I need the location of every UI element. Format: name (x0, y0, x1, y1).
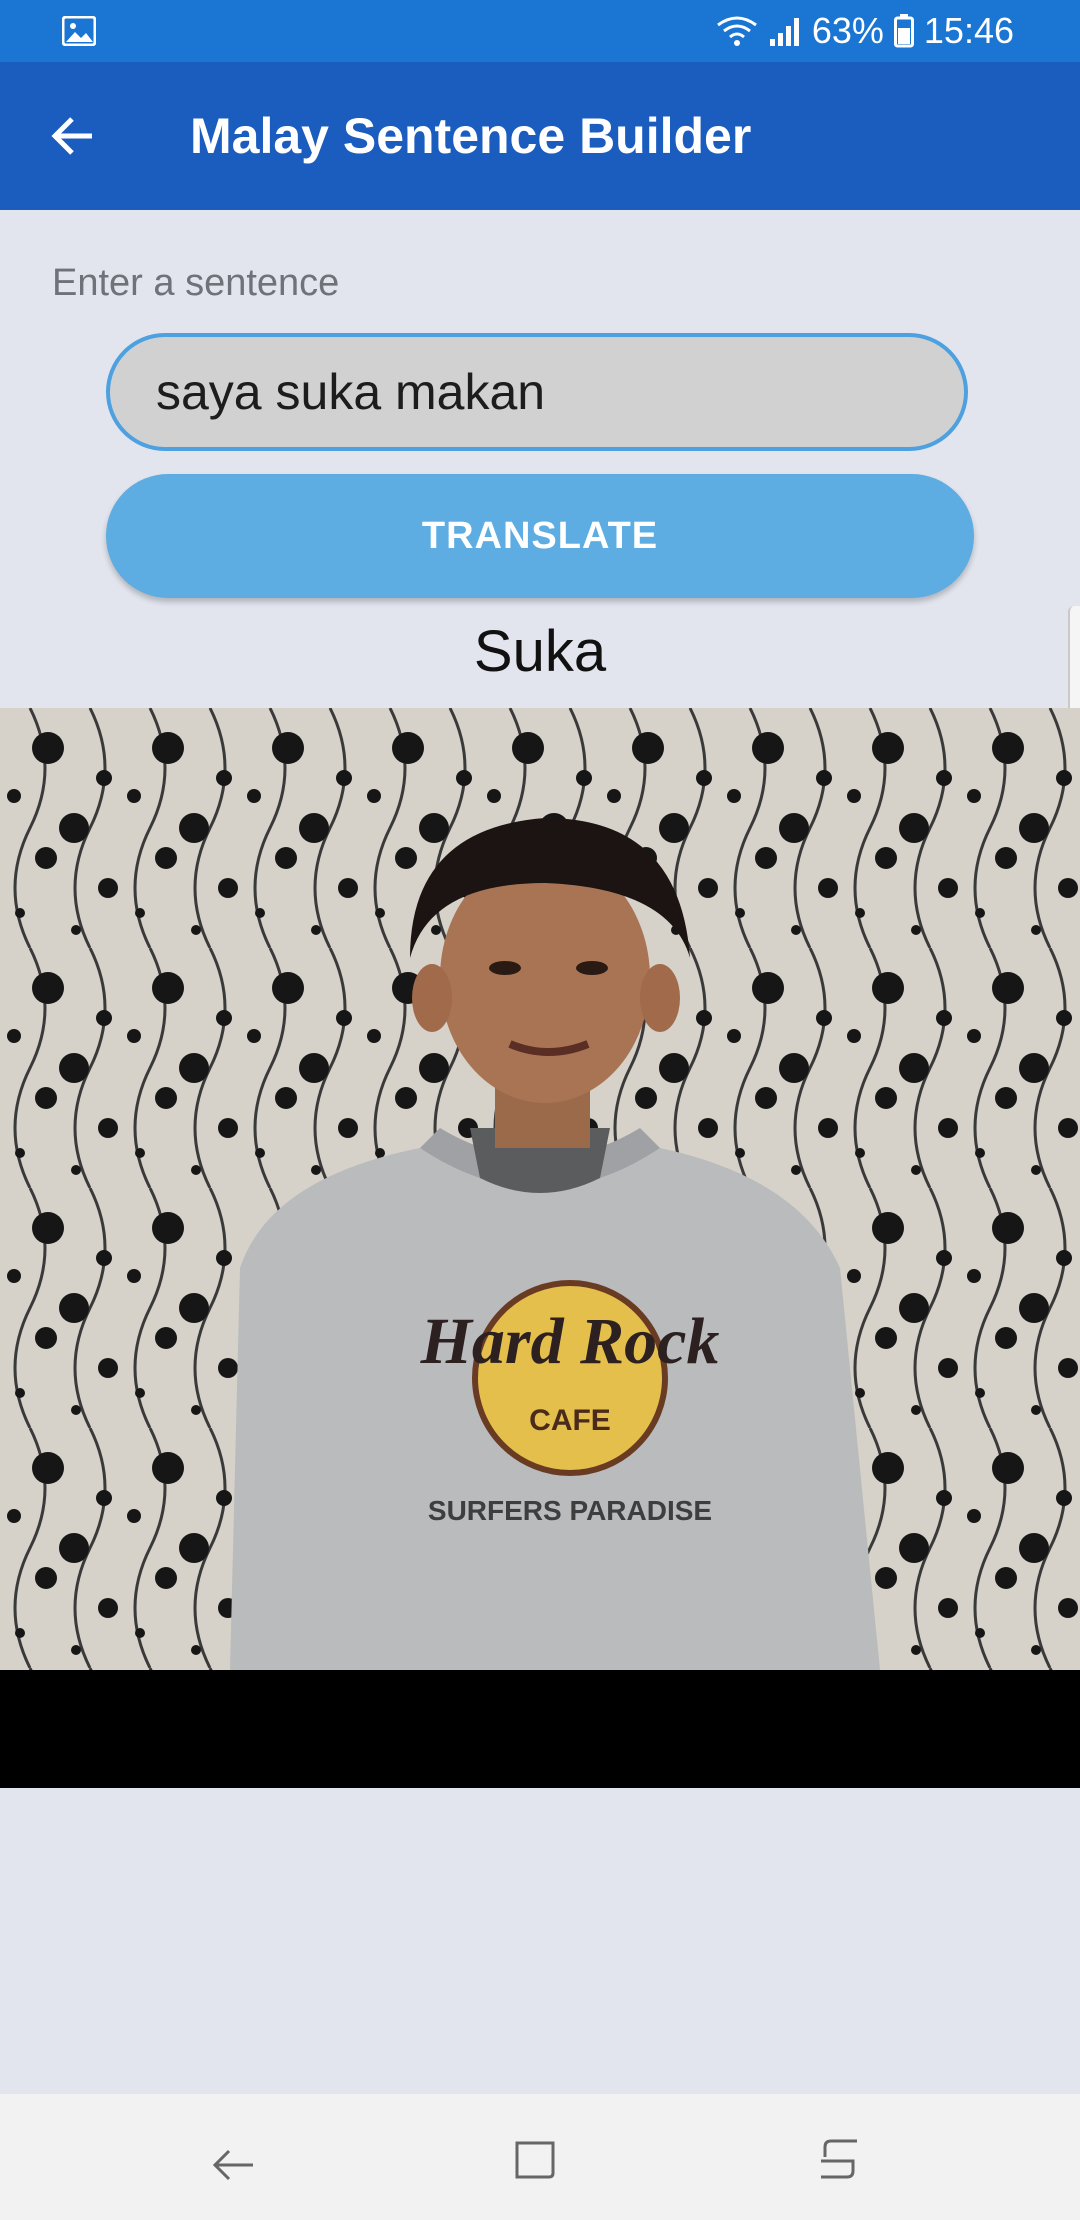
wifi-icon (716, 16, 757, 46)
nav-recents-icon (821, 2139, 857, 2179)
status-bar: 63% 15:46 (0, 0, 1080, 62)
sentence-input-label: Enter a sentence (52, 262, 340, 304)
result-word: Suka (473, 619, 607, 684)
nav-back-button[interactable] (198, 2124, 268, 2194)
sign-language-image: Hard Rock CAFE SURFERS PARADISE (0, 708, 1080, 1788)
sentence-input[interactable] (106, 333, 968, 451)
app-bar: Malay Sentence Builder (0, 62, 1080, 210)
nav-home-icon (515, 2141, 555, 2179)
nav-home-button[interactable] (500, 2124, 570, 2194)
shirt-paradise-text: SURFERS PARADISE (428, 1495, 712, 1526)
back-button[interactable] (36, 100, 108, 172)
translate-button[interactable]: TRANSLATE (106, 474, 974, 598)
sign-language-video[interactable]: Hard Rock CAFE SURFERS PARADISE (0, 708, 1080, 1788)
arrow-left-icon (51, 117, 92, 155)
page-title: Malay Sentence Builder (190, 108, 752, 164)
system-navigation-bar (0, 2094, 1080, 2220)
signal-icon (769, 18, 799, 46)
battery-percentage: 63% (811, 10, 884, 51)
status-time: 15:46 (923, 10, 1014, 51)
nav-back-icon (212, 2149, 253, 2181)
nav-recents-button[interactable] (804, 2124, 874, 2194)
gallery-notification-icon (62, 16, 96, 46)
shirt-logo-text: Hard Rock (420, 1305, 720, 1378)
battery-icon (893, 14, 914, 48)
status-icons: 63% 15:46 (716, 0, 1014, 62)
shirt-cafe-text: CAFE (529, 1404, 611, 1437)
